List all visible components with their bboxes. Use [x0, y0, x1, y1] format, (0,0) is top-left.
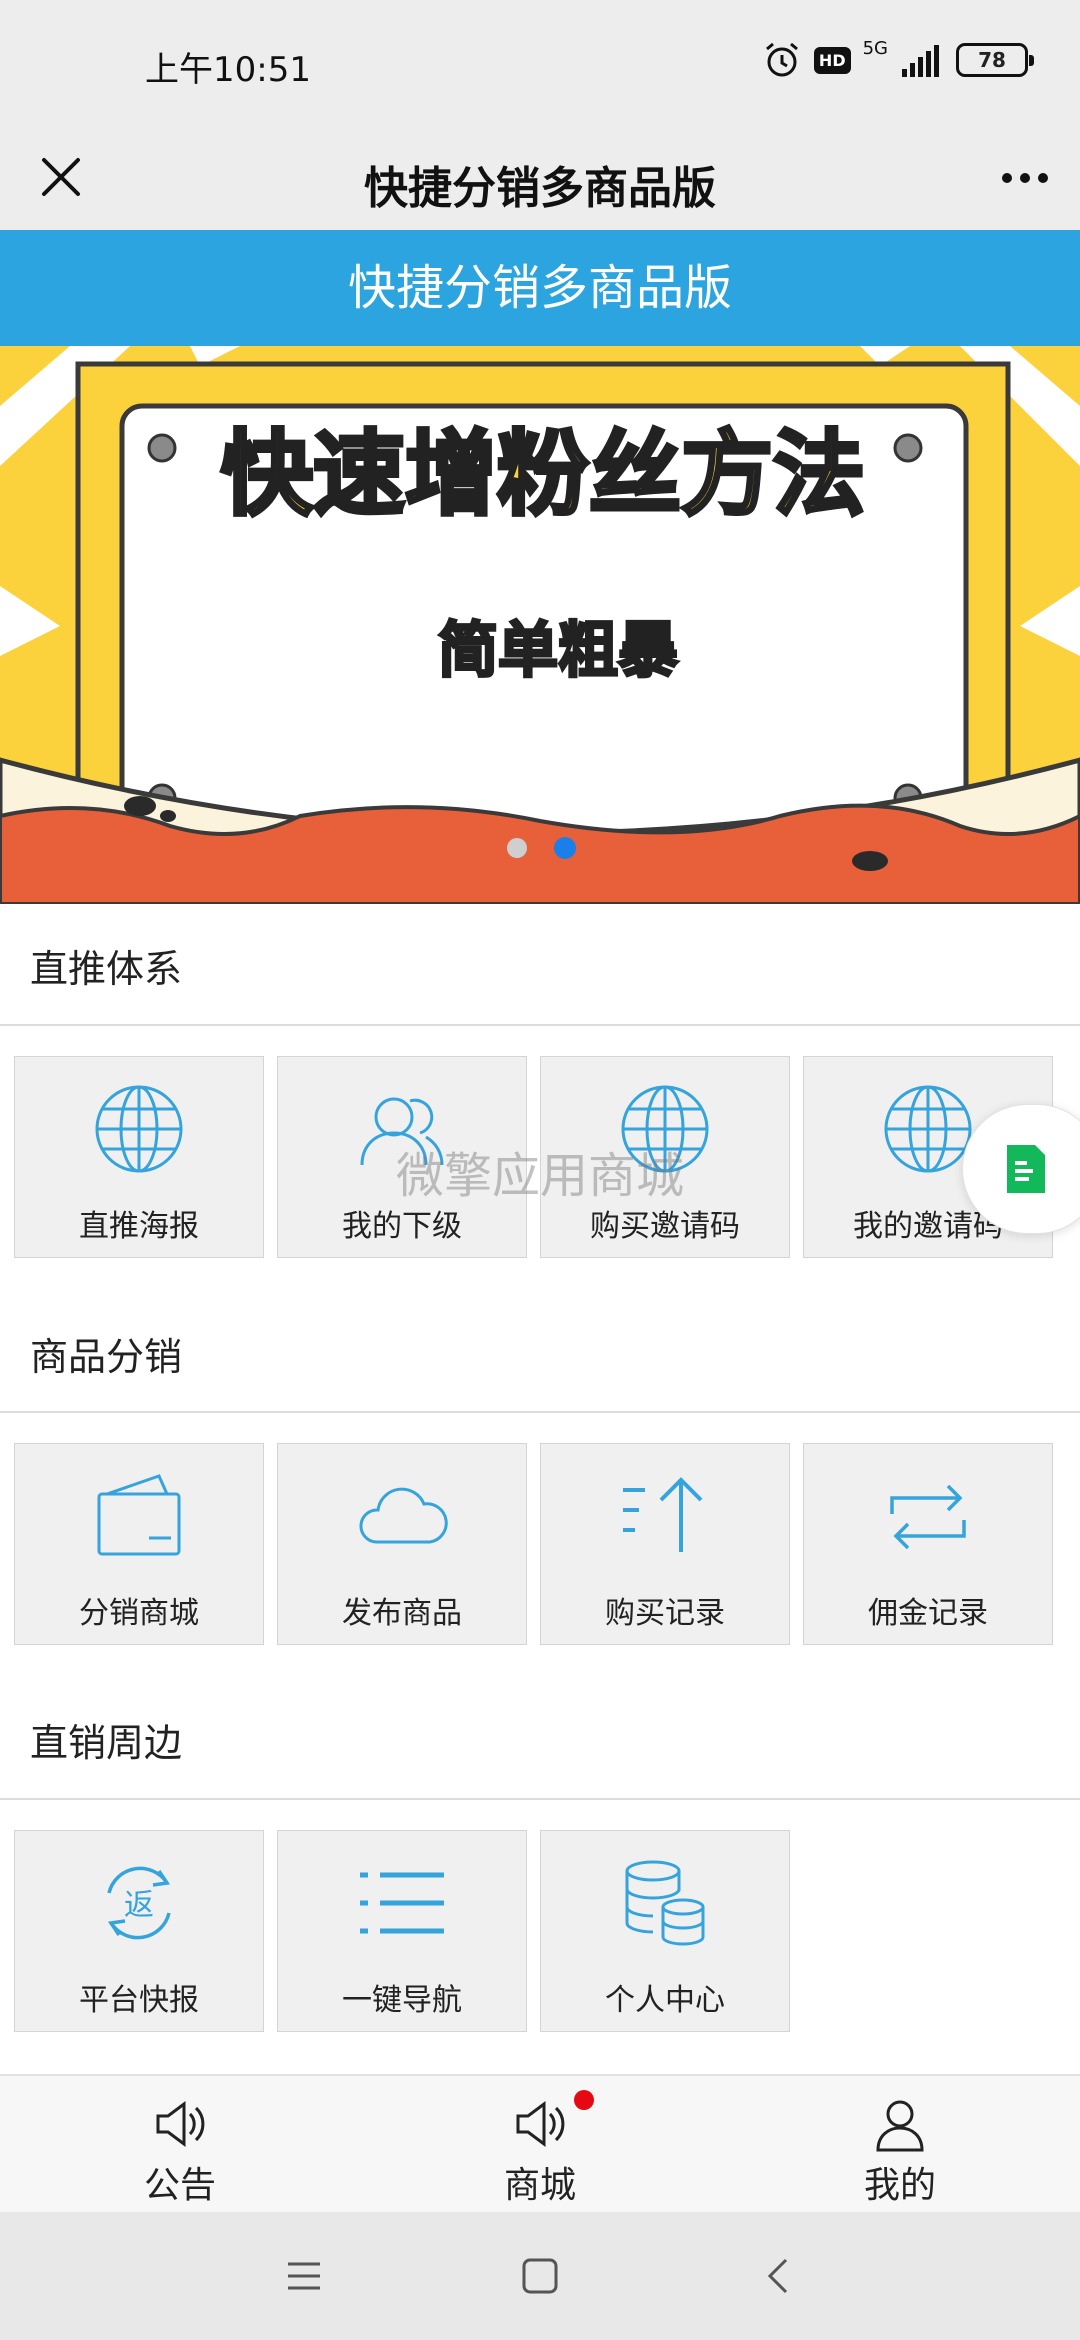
app-header: 快捷分销多商品版 [0, 230, 1080, 346]
bottom-tab-bar: 公告 商城 我的 [0, 2074, 1080, 2212]
tile-commission-records[interactable]: 佣金记录 [803, 1443, 1053, 1645]
carousel-dot-1[interactable] [507, 838, 527, 858]
wallet-icon [97, 1474, 181, 1556]
tile-label: 购买记录 [605, 1596, 725, 1631]
signal-icon [902, 45, 939, 77]
divider [0, 1798, 1080, 1800]
divider [0, 1024, 1080, 1026]
tile-label: 平台快报 [79, 1983, 199, 2018]
tile-label: 购买邀请码 [590, 1209, 740, 1244]
status-time: 上午10:51 [145, 50, 311, 90]
speaker-icon [156, 2101, 205, 2147]
back-icon[interactable] [750, 2246, 810, 2306]
hd-badge: HD [813, 46, 851, 74]
tile-purchase-records[interactable]: 购买记录 [540, 1443, 790, 1645]
tile-direct-poster[interactable]: 直推海报 [14, 1056, 264, 1258]
tab-notice[interactable]: 公告 [70, 2076, 290, 2214]
network-label: 5G [862, 37, 888, 59]
tab-label: 商城 [503, 2165, 576, 2206]
battery-icon: 78 [956, 43, 1034, 77]
user-icon [876, 2100, 924, 2152]
notification-badge [574, 2090, 594, 2110]
tile-label: 直推海报 [79, 1209, 199, 1244]
tile-my-subordinates[interactable]: 我的下级 [277, 1056, 527, 1258]
home-icon[interactable] [510, 2246, 570, 2306]
title-bar: 快捷分销多商品版 [0, 128, 1080, 230]
battery-level: 78 [978, 48, 1006, 72]
system-nav-bar [0, 2212, 1080, 2340]
divider [0, 1411, 1080, 1413]
carousel-dot-2[interactable] [554, 837, 576, 859]
tile-label: 一键导航 [342, 1983, 462, 2018]
tab-label: 我的 [863, 2165, 936, 2206]
list-icon [360, 1872, 444, 1934]
tile-label: 分销商城 [79, 1596, 199, 1631]
users-icon [360, 1097, 444, 1166]
page-title: 快捷分销多商品版 [364, 163, 716, 214]
banner-headline: 快速增粉丝方法 [221, 421, 865, 528]
tab-mine[interactable]: 我的 [790, 2076, 1010, 2214]
globe-icon [95, 1085, 183, 1173]
tab-mall[interactable]: 商城 [430, 2076, 650, 2214]
section-title: 直销周边 [30, 1721, 183, 1765]
banner-subline: 简单粗暴 [438, 616, 678, 686]
tile-personal-center[interactable]: 个人中心 [540, 1830, 790, 2032]
tab-label: 公告 [143, 2165, 216, 2206]
tile-platform-news[interactable]: 返 平台快报 [14, 1830, 264, 2032]
refund-icon: 返 [107, 1866, 171, 1940]
document-icon [1007, 1145, 1045, 1193]
status-icons: HD 5G 78 [762, 37, 1034, 80]
banner-image: 快速增粉丝方法 简单粗暴 [0, 346, 1080, 904]
tile-label: 个人中心 [605, 1983, 725, 2018]
menu-icon[interactable] [274, 2246, 334, 2306]
banner-carousel[interactable]: 快速增粉丝方法 简单粗暴 [0, 346, 1080, 904]
tile-one-key-navigation[interactable]: 一键导航 [277, 1830, 527, 2032]
status-bar: 上午10:51 HD 5G 78 [0, 0, 1080, 128]
alarm-icon [765, 42, 798, 77]
section-title: 商品分销 [30, 1335, 183, 1379]
floating-doc-button[interactable] [962, 1104, 1080, 1234]
speaker-icon [516, 2101, 565, 2147]
tile-distribution-mall[interactable]: 分销商城 [14, 1443, 264, 1645]
tile-publish-goods[interactable]: 发布商品 [277, 1443, 527, 1645]
more-options-icon[interactable] [992, 148, 1058, 208]
database-icon [625, 1860, 705, 1946]
exchange-icon [890, 1484, 966, 1550]
tile-label: 我的下级 [342, 1209, 462, 1244]
cloud-icon [359, 1487, 448, 1544]
svg-text:返: 返 [124, 1888, 154, 1923]
tile-label: 佣金记录 [868, 1596, 988, 1631]
tile-buy-invite-code[interactable]: 购买邀请码 [540, 1056, 790, 1258]
sort-up-icon [623, 1477, 703, 1552]
section-title: 直推体系 [30, 947, 183, 991]
tile-label: 发布商品 [342, 1596, 462, 1631]
globe-icon [621, 1085, 709, 1173]
